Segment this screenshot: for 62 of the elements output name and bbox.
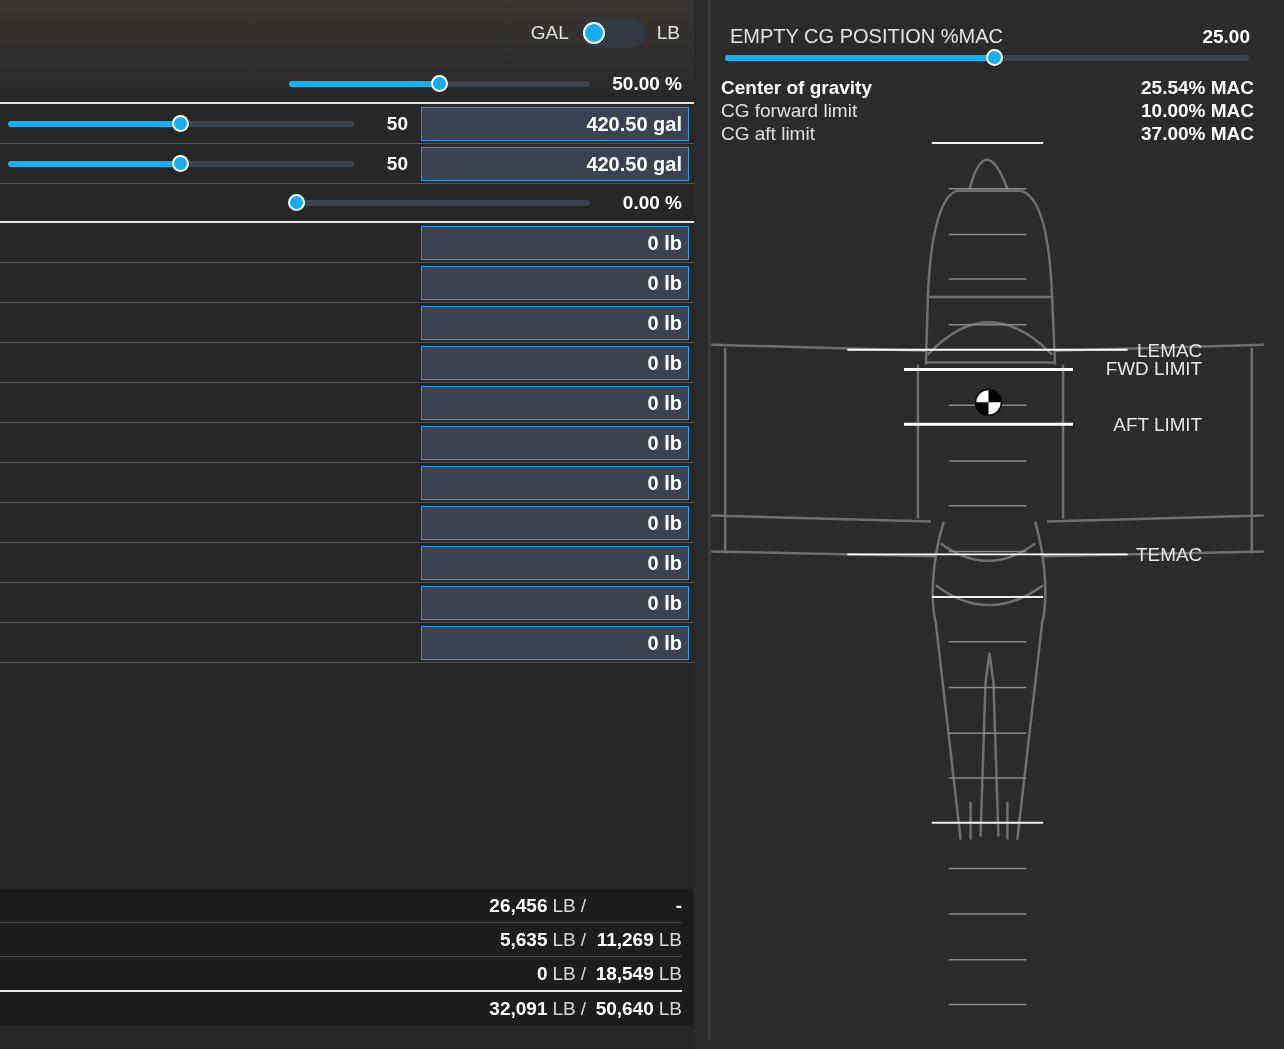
- slider-thumb[interactable]: [288, 193, 305, 211]
- weight-field[interactable]: 0 lb: [421, 625, 689, 660]
- info-value: 37.00% MAC: [1141, 121, 1254, 145]
- weight-value: 26,456: [489, 894, 548, 917]
- percent-reading: 0.00 %: [621, 191, 682, 214]
- unit-label: LB: [658, 928, 682, 951]
- weight-limit: -: [675, 894, 682, 917]
- separator-text: /: [580, 894, 586, 917]
- weight-field[interactable]: 0 lb: [421, 585, 689, 620]
- reference-label: LEMAC: [1137, 339, 1203, 361]
- info-label: CG forward limit: [721, 98, 858, 122]
- slider-thumb[interactable]: [172, 114, 189, 132]
- unit-label: LB: [552, 997, 576, 1020]
- weight-field[interactable]: 0 lb: [421, 225, 689, 260]
- weight-limit: 11,269: [596, 928, 654, 951]
- separator-text: /: [580, 997, 586, 1020]
- weight-value: 32,091: [489, 997, 548, 1020]
- slider[interactable]: [8, 114, 354, 133]
- slider[interactable]: [725, 48, 1249, 67]
- separator-text: /: [580, 962, 586, 985]
- tank-count: 50: [385, 112, 408, 135]
- slider[interactable]: [289, 74, 590, 93]
- weight-field[interactable]: 0 lb: [421, 545, 689, 580]
- weight-field[interactable]: 0 lb: [421, 425, 689, 460]
- weight-field[interactable]: 0 lb: [421, 505, 689, 540]
- slider[interactable]: [8, 154, 354, 173]
- weight-field[interactable]: 0 lb: [421, 305, 689, 340]
- weight-field[interactable]: 0 lb: [421, 385, 689, 420]
- weight-field[interactable]: 0 lb: [421, 265, 689, 300]
- slider-value: 25.00: [1202, 25, 1250, 48]
- percent-reading: 50.00 %: [611, 72, 682, 95]
- info-value: 10.00% MAC: [1141, 98, 1254, 122]
- unit-label: GAL: [530, 21, 569, 44]
- weight-limit: 18,549: [595, 962, 654, 985]
- reference-label: AFT LIMIT: [1113, 413, 1203, 435]
- slider-thumb[interactable]: [430, 74, 448, 92]
- quantity-field[interactable]: 420.50 gal: [421, 106, 689, 141]
- weight-field[interactable]: 0 lb: [421, 345, 689, 380]
- unit-label: LB: [658, 962, 682, 985]
- reference-label: FWD LIMIT: [1105, 358, 1203, 380]
- unit-label: LB: [656, 21, 680, 44]
- unit-label: LB: [658, 997, 682, 1020]
- weight-value: 5,635: [499, 928, 548, 951]
- info-label: Center of gravity: [721, 75, 872, 99]
- info-label: CG aft limit: [721, 121, 815, 145]
- slider[interactable]: [289, 193, 590, 212]
- slider-thumb[interactable]: [172, 154, 189, 172]
- separator-text: /: [580, 928, 586, 951]
- slider-label: EMPTY CG POSITION %MAC: [730, 24, 1003, 48]
- reference-label: TEMAC: [1136, 544, 1203, 566]
- quantity-field[interactable]: 420.50 gal: [421, 146, 689, 181]
- weight-field[interactable]: 0 lb: [421, 465, 689, 500]
- unit-label: LB: [552, 894, 576, 917]
- unit-toggle[interactable]: [580, 17, 645, 48]
- center-of-gravity-icon: [974, 388, 1003, 416]
- unit-label: LB: [552, 928, 576, 951]
- info-value: 25.54% MAC: [1141, 75, 1254, 99]
- slider-thumb[interactable]: [985, 48, 1003, 66]
- weight-value: 0: [536, 962, 548, 985]
- tank-count: 50: [385, 152, 408, 175]
- weight-limit: 50,640: [595, 997, 654, 1020]
- unit-label: LB: [552, 962, 576, 985]
